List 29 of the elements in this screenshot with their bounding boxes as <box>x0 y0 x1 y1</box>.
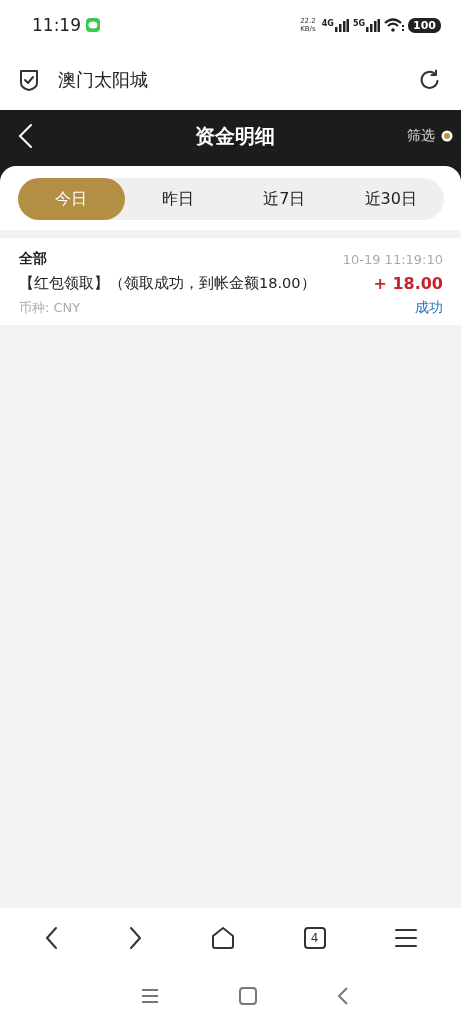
page-title: 资金明细 <box>194 122 275 150</box>
clock-time: 11:19 <box>32 15 81 35</box>
period-tab[interactable]: 昨日 <box>124 178 231 220</box>
back-icon[interactable] <box>44 926 59 950</box>
filter-dot-icon[interactable] <box>441 130 453 142</box>
record-category: 全部 <box>19 250 48 268</box>
record-amount: + 18.00 <box>372 274 443 293</box>
battery-level: 100 <box>408 17 441 33</box>
home-icon[interactable] <box>210 926 235 950</box>
record-description: 【红包领取】（领取成功，到帐金额18.00） <box>19 274 317 293</box>
signal-icon <box>366 18 381 32</box>
filter-link[interactable]: 筛选 <box>407 127 435 145</box>
chat-icon <box>85 17 101 33</box>
site-title: 澳门太阳城 <box>58 68 149 92</box>
period-tab[interactable]: 近30日 <box>337 178 444 220</box>
network-type: 5G <box>352 18 366 28</box>
record-card[interactable]: 全部 10-19 11:19:10 【红包领取】（领取成功，到帐金额18.00） + 18.00 币种: CNY 成功 <box>0 238 461 325</box>
forward-icon[interactable] <box>127 926 142 950</box>
record-currency: 币种: CNY <box>19 299 82 317</box>
tab-count-button[interactable]: 4 <box>303 927 326 949</box>
shield-check-icon[interactable] <box>18 68 40 92</box>
period-tab[interactable]: 近7日 <box>231 178 338 220</box>
menu-icon[interactable] <box>394 928 417 948</box>
record-status: 成功 <box>414 299 443 317</box>
network-type: 4G <box>321 18 334 28</box>
wifi-icon <box>384 18 405 32</box>
signal-icon <box>334 18 349 32</box>
record-time: 10-19 11:19:10 <box>342 251 443 267</box>
refresh-icon[interactable] <box>419 69 441 91</box>
